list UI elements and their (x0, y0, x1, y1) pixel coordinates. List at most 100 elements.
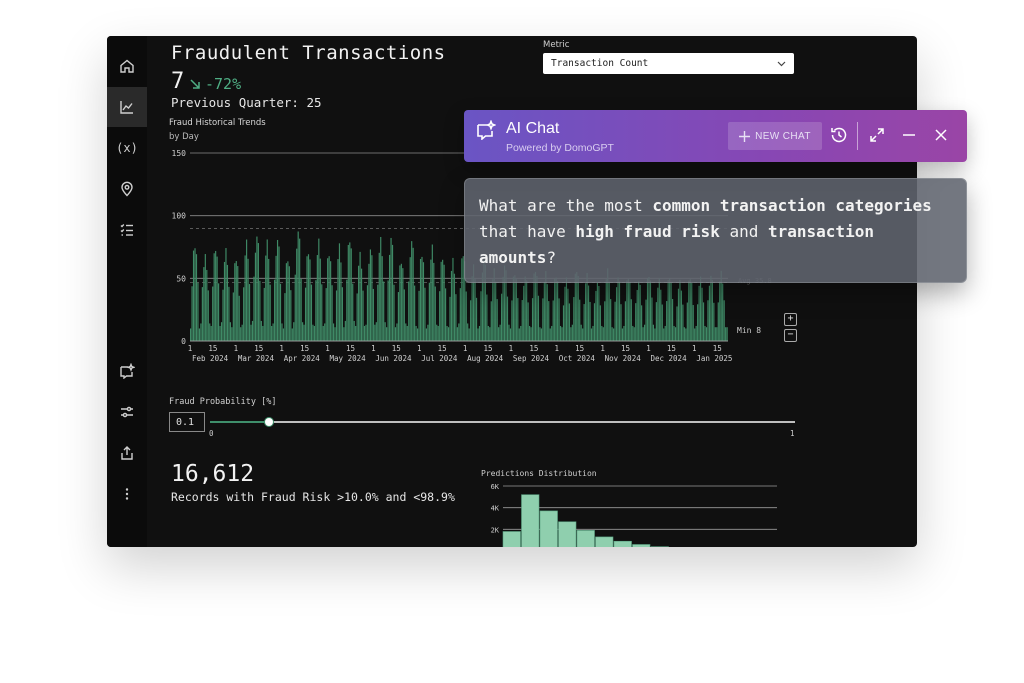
daily-bar (442, 259, 444, 341)
slider-min: 0 (209, 429, 214, 438)
daily-bar (452, 257, 454, 341)
x-day-tick: 1 (188, 344, 193, 353)
sidebar: (x) (107, 36, 147, 547)
daily-bar (506, 296, 509, 341)
daily-bar (490, 301, 492, 341)
daily-bar (682, 304, 684, 341)
daily-bar (565, 277, 568, 341)
daily-bar (508, 324, 510, 341)
daily-bar (646, 278, 649, 341)
daily-bar (396, 323, 398, 341)
daily-bar (319, 258, 321, 341)
daily-bar (636, 289, 638, 341)
sliders-icon[interactable] (107, 392, 147, 432)
daily-bar (194, 248, 196, 341)
daily-bar (549, 328, 551, 341)
daily-bar (310, 284, 313, 341)
x-day-tick: 1 (279, 344, 284, 353)
x-day-tick: 1 (234, 344, 239, 353)
daily-bar (260, 320, 262, 341)
daily-bar (383, 281, 385, 341)
daily-bar (303, 324, 305, 341)
daily-bar (272, 323, 274, 341)
checklist-icon[interactable] (107, 210, 147, 250)
new-chat-button[interactable]: NEW CHAT (728, 122, 822, 150)
daily-bar (671, 299, 674, 341)
records-label: Records with Fraud Risk >10.0% and <98.9… (171, 490, 455, 504)
chart-icon[interactable] (107, 87, 147, 127)
daily-bar (219, 325, 221, 341)
daily-bar (627, 279, 629, 341)
daily-bar (487, 325, 489, 341)
daily-bar (489, 327, 491, 341)
daily-bar (638, 281, 640, 341)
daily-bar (318, 238, 320, 341)
daily-bar (529, 325, 531, 341)
more-vertical-icon[interactable] (107, 474, 147, 514)
daily-bar (437, 325, 439, 341)
daily-bar (501, 293, 503, 341)
prediction-bar (502, 531, 521, 547)
daily-bar (630, 299, 632, 341)
slider-value-input[interactable]: 0.1 (169, 412, 205, 432)
plus-icon (739, 130, 751, 142)
daily-bar (459, 288, 461, 341)
daily-bar (358, 265, 360, 341)
slider-handle[interactable] (263, 417, 274, 427)
minimize-icon[interactable] (899, 125, 919, 145)
daily-bar (215, 250, 217, 341)
share-icon[interactable] (107, 433, 147, 473)
daily-bar (652, 324, 655, 341)
location-pin-icon[interactable] (107, 169, 147, 209)
daily-bar (399, 265, 401, 341)
daily-bar (206, 269, 208, 341)
daily-bar (605, 279, 607, 341)
daily-bar (243, 287, 245, 341)
daily-bar (256, 236, 258, 341)
daily-bar (610, 299, 612, 341)
daily-bar (281, 323, 283, 341)
message-text: ? (546, 248, 557, 267)
x-month-tick: Jan 2025 (696, 354, 732, 363)
daily-bar (418, 290, 420, 341)
x-day-tick: 1 (371, 344, 376, 353)
daily-bar (246, 239, 248, 341)
daily-bar (537, 295, 540, 341)
daily-bar (623, 325, 625, 341)
prediction-bar (595, 536, 614, 547)
daily-bar (520, 325, 522, 341)
daily-bar (478, 325, 481, 341)
variable-icon[interactable]: (x) (107, 128, 147, 168)
expand-icon[interactable] (867, 125, 887, 145)
daily-bar (679, 279, 681, 341)
daily-bar (582, 328, 584, 341)
daily-bar (378, 252, 380, 341)
history-icon[interactable] (829, 125, 849, 145)
message-emphasis: high fraud risk (575, 222, 720, 241)
daily-bar (723, 300, 725, 341)
daily-bar (421, 256, 423, 341)
x-day-tick: 15 (575, 344, 584, 353)
zoom-out-button[interactable]: − (784, 329, 797, 342)
daily-bar (450, 270, 453, 341)
daily-bar (657, 287, 659, 341)
home-icon[interactable] (107, 46, 147, 86)
prediction-bar (558, 521, 577, 547)
daily-bar (475, 297, 478, 341)
daily-bar (511, 300, 513, 341)
daily-bar (643, 324, 646, 341)
daily-bar (369, 249, 372, 341)
x-month-tick: May 2024 (330, 354, 367, 363)
ai-sparkle-icon[interactable] (107, 351, 147, 391)
daily-bar (248, 284, 251, 341)
daily-bar (526, 280, 528, 341)
close-icon[interactable] (931, 125, 951, 145)
daily-bar (312, 324, 314, 341)
daily-bar (543, 281, 545, 341)
daily-bar (424, 287, 426, 341)
zoom-in-button[interactable]: + (784, 313, 797, 326)
page-title: Fraudulent Transactions (171, 42, 446, 64)
fraud-probability-slider[interactable] (210, 417, 795, 427)
daily-bar (334, 327, 336, 341)
metric-select[interactable]: Transaction Count (543, 53, 794, 74)
